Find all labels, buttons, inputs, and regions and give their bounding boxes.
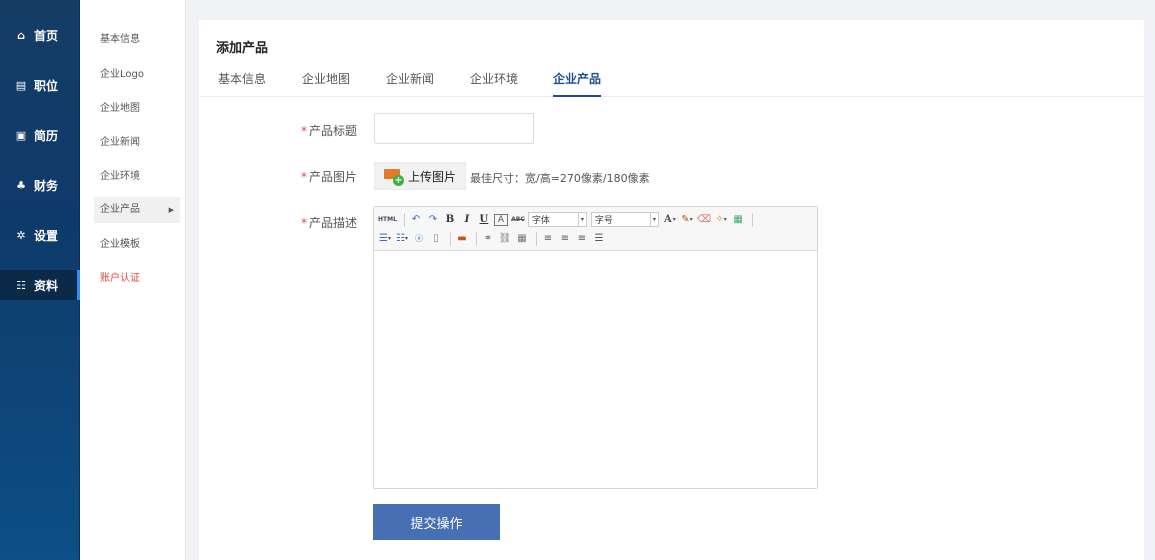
link-icon[interactable]: ⚭ — [481, 231, 495, 247]
nav-item-finance[interactable]: ♣ 财务 — [0, 170, 80, 200]
editor-toolbar: HTML ↶ ↷ B I U A ABC 字体 ▾ 字号 ▾ A ▾ ✎ ▾ ⌫ ✧ ▾ — [374, 207, 817, 251]
tab-bar: 基本信息 企业地图 企业新闻 企业环境 企业产品 — [199, 70, 1144, 97]
gear-icon: ✲ — [16, 228, 26, 242]
paste-icon[interactable]: ▦ — [731, 212, 745, 228]
briefcase-icon: ▤ — [15, 78, 27, 92]
tab-basic-info[interactable]: 基本信息 — [218, 70, 266, 97]
tab-products[interactable]: 企业产品 — [553, 70, 602, 97]
align-justify-icon[interactable]: ☰ — [592, 231, 606, 247]
main-nav: ⌂ 首页 ▤ 职位 ▣ 简历 ♣ 财务 ✲ 设置 ☷ 资料 — [0, 0, 80, 560]
nav-item-home[interactable]: ⌂ 首页 — [0, 20, 80, 50]
submenu-item-news[interactable]: 企业新闻 — [94, 130, 180, 156]
magic-wand-icon[interactable]: ✧ ▾ — [714, 212, 728, 228]
page-title: 添加产品 — [216, 41, 269, 56]
table-icon[interactable]: ▦ — [515, 231, 529, 247]
caret-right-icon: ▶ — [168, 206, 174, 214]
submit-button[interactable]: 提交操作 — [373, 504, 500, 540]
nav-item-settings[interactable]: ✲ 设置 — [0, 220, 80, 250]
finance-icon: ♣ — [16, 178, 26, 192]
align-right-icon[interactable]: ≡ — [575, 231, 589, 247]
profile-icon: ☷ — [16, 278, 26, 292]
nav-item-label: 财务 — [34, 178, 59, 193]
nav-item-label: 设置 — [34, 228, 59, 243]
chevron-down-icon: ▾ — [577, 213, 586, 226]
undo-icon[interactable]: ↶ — [409, 212, 423, 228]
tab-news[interactable]: 企业新闻 — [386, 70, 434, 97]
submenu: 基本信息 企业Logo 企业地图 企业新闻 企业环境 企业产品 ▶ 企业模板 账… — [80, 0, 186, 560]
image-size-hint: 最佳尺寸：宽/高=270像素/180像素 — [470, 172, 650, 185]
submenu-item-environment[interactable]: 企业环境 — [94, 164, 180, 190]
required-mark: * — [300, 124, 307, 138]
eraser-icon[interactable]: ⌫ — [697, 212, 711, 228]
align-left-icon[interactable]: ≡ — [541, 231, 555, 247]
image-icon[interactable]: ▬ — [455, 231, 469, 247]
font-border-button[interactable]: A — [493, 213, 508, 226]
upload-image-button[interactable]: + 上传图片 — [374, 162, 466, 190]
rich-text-editor: HTML ↶ ↷ B I U A ABC 字体 ▾ 字号 ▾ A ▾ ✎ ▾ ⌫ ✧ ▾ — [373, 206, 818, 489]
nav-item-profile[interactable]: ☷ 资料 — [0, 270, 80, 300]
submenu-item-label: 企业产品 — [100, 204, 140, 215]
unlink-icon[interactable]: ⛓ — [498, 231, 512, 247]
add-image-icon: + — [384, 169, 404, 186]
product-title-input[interactable] — [374, 113, 534, 144]
italic-button[interactable]: I — [460, 212, 474, 228]
content-card: 添加产品 基本信息 企业地图 企业新闻 企业环境 企业产品 * 产品标题 * 产品图… — [199, 20, 1144, 560]
tab-map[interactable]: 企业地图 — [302, 70, 350, 97]
bold-button[interactable]: B — [443, 212, 457, 228]
nav-item-jobs[interactable]: ▤ 职位 — [0, 70, 80, 100]
page-icon[interactable]: ▯ — [429, 231, 443, 247]
required-mark: * — [300, 216, 307, 230]
required-mark: * — [300, 170, 307, 184]
nav-item-label: 简历 — [34, 128, 59, 143]
underline-button[interactable]: U — [477, 212, 491, 228]
submenu-item-templates[interactable]: 企业模板 — [94, 232, 180, 258]
redo-icon[interactable]: ↷ — [426, 212, 440, 228]
nav-item-label: 职位 — [34, 78, 59, 93]
font-color-button[interactable]: A ▾ — [663, 212, 677, 228]
submenu-item-logo[interactable]: 企业Logo — [94, 62, 180, 88]
product-title-label: * 产品标题 — [300, 124, 357, 138]
nav-item-label: 资料 — [34, 278, 59, 293]
home-icon: ⌂ — [17, 28, 25, 42]
nav-item-resume[interactable]: ▣ 简历 — [0, 120, 80, 150]
font-family-select[interactable]: 字体 ▾ — [527, 212, 587, 227]
unordered-list-icon[interactable]: ☷ ▾ — [395, 231, 409, 247]
resume-icon: ▣ — [15, 128, 27, 142]
submenu-item-products[interactable]: 企业产品 ▶ — [94, 197, 180, 223]
submenu-item-map[interactable]: 企业地图 — [94, 96, 180, 122]
upload-image-label: 上传图片 — [408, 169, 457, 184]
submenu-item-account-verify[interactable]: 账户认证 — [94, 266, 180, 292]
anchor-icon[interactable]: ⓐ — [412, 231, 426, 247]
ordered-list-icon[interactable]: ☰ ▾ — [378, 231, 392, 247]
product-image-label: * 产品图片 — [300, 170, 357, 184]
editor-content-area[interactable] — [374, 251, 817, 488]
nav-item-label: 首页 — [34, 28, 59, 43]
submenu-item-basic-info[interactable]: 基本信息 — [94, 27, 180, 53]
highlight-color-icon[interactable]: ✎ ▾ — [680, 212, 694, 228]
align-center-icon[interactable]: ≡ — [558, 231, 572, 247]
product-description-label: * 产品描述 — [300, 216, 357, 230]
html-source-button[interactable]: HTML — [378, 212, 397, 228]
chevron-down-icon: ▾ — [649, 213, 658, 226]
strikethrough-button[interactable]: ABC — [511, 212, 525, 228]
font-size-select[interactable]: 字号 ▾ — [590, 212, 659, 227]
tab-environment[interactable]: 企业环境 — [470, 70, 518, 97]
